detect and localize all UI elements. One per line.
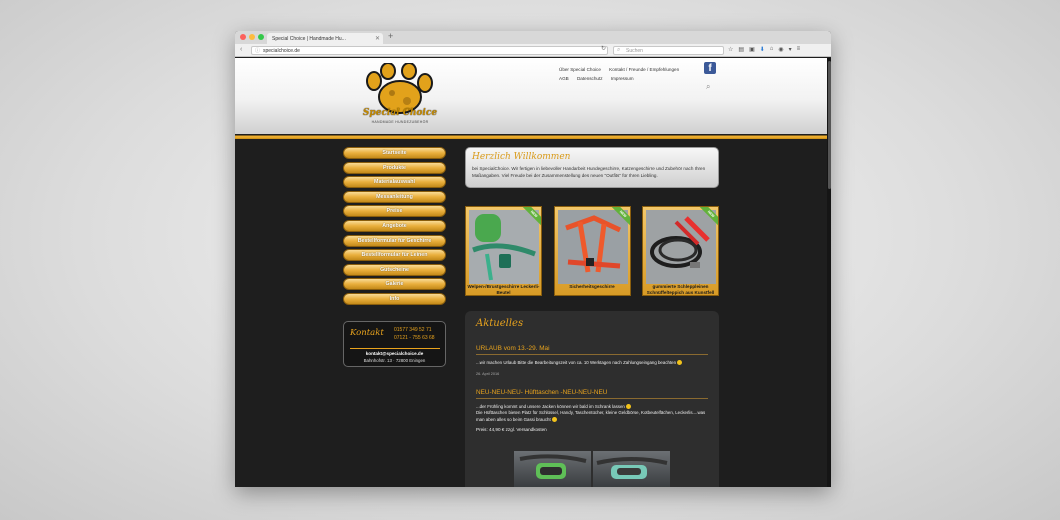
toolbar-icons: ☆ ▤ ▣ ⬇ ⌂ ◉ ▾ ≡ xyxy=(728,46,800,53)
search-icon: ⌕ xyxy=(617,47,621,53)
nav-link-privacy[interactable]: Datenschutz xyxy=(577,74,603,83)
pocket-icon[interactable]: ▾ xyxy=(789,46,792,53)
logo-text: Special Choice xyxy=(362,108,438,118)
product-label-sicherheit: Sicherheitsgeschirre xyxy=(569,284,615,289)
product-label-schleppleinen: gummierte Schleppleinen Schnüffelteppich… xyxy=(646,284,715,295)
tab-title: Special Choice | Handmade Hu... xyxy=(272,36,346,42)
contact-box: Kontakt 01577 349 52 71 07121 - 755 63 6… xyxy=(343,321,446,367)
lock-icon[interactable]: ▣ xyxy=(749,46,755,53)
news-image-hip-bag-2[interactable] xyxy=(593,451,670,487)
news-image-hip-bag-1[interactable] xyxy=(514,451,591,487)
contact-email[interactable]: kontakt@specialchoice.de xyxy=(344,351,445,356)
welcome-title: Herzlich Willkommen xyxy=(472,152,571,162)
nav-link-imprint[interactable]: Impressum xyxy=(611,74,634,83)
search-placeholder: Suchen xyxy=(626,48,643,54)
news-title: Aktuelles xyxy=(476,318,524,329)
reload-icon[interactable]: ↻ xyxy=(601,45,606,52)
contact-divider xyxy=(350,348,440,349)
contact-address: Bahnhofstr. 13 · 72800 Eningen xyxy=(363,358,426,363)
menu-item-messanleitung[interactable]: Messanleitung xyxy=(343,190,446,203)
menu-item-bestellformular-leinen[interactable]: Bestellformular für Leinen xyxy=(343,249,446,262)
maximize-window-button[interactable] xyxy=(258,34,264,40)
product-card-schleppleinen[interactable]: NEW gummierte Schleppleinen Schnüffeltep… xyxy=(642,206,719,296)
header-stripe xyxy=(235,134,831,139)
welcome-box: Herzlich Willkommen bei SpecialChoice. W… xyxy=(465,147,719,188)
welcome-text: bei SpecialChoice. Wir fertigen in liebe… xyxy=(472,166,706,178)
smiley-icon xyxy=(626,403,632,409)
url-text: specialchoice.de xyxy=(263,48,300,54)
menu-item-info[interactable]: Info xyxy=(343,292,446,305)
search-bar[interactable]: ⌕ Suchen xyxy=(613,46,724,55)
news-text-2: ...der Frühling kommt und unsere Jacken … xyxy=(476,404,708,424)
news-section: Aktuelles URLAUB vom 13.-29. Mai ...wir … xyxy=(465,311,719,487)
product-image-schleppleinen xyxy=(646,210,716,284)
menu-item-startseite[interactable]: Startseite xyxy=(343,147,446,159)
top-navigation: Über Special Choice Kontakt / Freunde / … xyxy=(559,65,699,83)
tab-bar: Special Choice | Handmade Hu... ✕ + xyxy=(235,31,831,44)
contact-phones: 01577 349 52 71 07121 - 755 63 68 xyxy=(394,326,435,342)
nav-link-about[interactable]: Über Special Choice xyxy=(559,65,601,74)
news-headline-2[interactable]: NEU-NEU-NEU- Hüfttaschen -NEU-NEU-NEU xyxy=(476,389,708,399)
tab-close-icon[interactable]: ✕ xyxy=(375,35,380,42)
menu-item-galerie[interactable]: Galerie xyxy=(343,278,446,291)
news-date-1: 26. April 2016 xyxy=(476,371,500,376)
home-icon[interactable]: ⌂ xyxy=(770,46,774,53)
news-text-1: ...wir machen Urlaub Bitte die Bearbeitu… xyxy=(476,360,708,367)
product-image-sicherheit xyxy=(557,210,628,284)
facebook-icon[interactable]: f xyxy=(704,62,716,74)
menu-item-materialauswahl[interactable]: Materialauswahl xyxy=(343,176,446,189)
menu-item-bestellformular-geschirre[interactable]: Bestellformular für Geschirre xyxy=(343,234,446,247)
site-search-icon[interactable]: ⌕ xyxy=(706,82,710,92)
contact-phone-1[interactable]: 01577 349 52 71 xyxy=(394,326,435,334)
product-image-welpen xyxy=(469,210,539,284)
news-text-2-line-2: Die Hüfttaschen bieten Platz für Schlüss… xyxy=(476,410,706,422)
smiley-icon xyxy=(551,416,557,422)
contact-phone-2[interactable]: 07121 - 755 63 68 xyxy=(394,334,435,342)
menu-item-gutscheine[interactable]: Gutscheine xyxy=(343,263,446,276)
sidebar-menu: Startseite Produkte Materialauswahl Mess… xyxy=(343,147,446,308)
product-label-welpen: Welpen-/Brustgeschirre Leckerli-Beutel xyxy=(467,284,540,295)
browser-window: Special Choice | Handmade Hu... ✕ + ‹ ⓘ … xyxy=(235,31,831,487)
product-card-welpen[interactable]: NEW Welpen-/Brustgeschirre Leckerli-Beut… xyxy=(465,206,542,296)
menu-item-angebote[interactable]: Angebote xyxy=(343,219,446,232)
nav-link-contact[interactable]: Kontakt / Freunde / Empfehlungen xyxy=(609,65,679,74)
news-price: Preis: 44,90 € zzgl. Versandkosten xyxy=(476,427,547,432)
menu-item-produkte[interactable]: Produkte xyxy=(343,161,446,174)
menu-item-preise[interactable]: Preise xyxy=(343,205,446,218)
url-bar[interactable]: ⓘ specialchoice.de xyxy=(251,46,608,55)
browser-tab[interactable]: Special Choice | Handmade Hu... ✕ xyxy=(267,33,383,44)
reading-list-icon[interactable]: ▤ xyxy=(738,46,744,53)
news-images xyxy=(514,451,670,487)
contact-title: Kontakt xyxy=(350,328,384,338)
page-scrollbar-thumb[interactable] xyxy=(828,61,831,189)
news-text-1-content: ...wir machen Urlaub Bitte die Bearbeitu… xyxy=(476,360,678,365)
site-header: Special Choice HANDMADE HUNDEZUBEHÖR Übe… xyxy=(235,58,831,134)
menu-icon[interactable]: ≡ xyxy=(797,46,801,53)
minimize-window-button[interactable] xyxy=(249,34,255,40)
browser-toolbar: ‹ ⓘ specialchoice.de ↻ ⌕ Suchen ☆ ▤ ▣ ⬇ … xyxy=(235,44,831,57)
window-controls xyxy=(240,34,264,40)
new-tab-icon[interactable]: + xyxy=(388,31,393,41)
smiley-icon xyxy=(677,360,683,366)
close-window-button[interactable] xyxy=(240,34,246,40)
nav-link-agb[interactable]: AGB xyxy=(559,74,569,83)
product-card-sicherheit[interactable]: NEW Sicherheitsgeschirre xyxy=(553,206,631,296)
news-headline-1[interactable]: URLAUB vom 13.-29. Mai xyxy=(476,345,708,355)
bookmark-star-icon[interactable]: ☆ xyxy=(728,46,733,53)
extension-icon[interactable]: ◉ xyxy=(778,46,783,53)
back-icon[interactable]: ‹ xyxy=(240,46,242,53)
logo-subtitle: HANDMADE HUNDEZUBEHÖR xyxy=(371,120,429,124)
download-icon[interactable]: ⬇ xyxy=(760,46,765,53)
info-icon: ⓘ xyxy=(255,48,261,54)
page-viewport: Special Choice HANDMADE HUNDEZUBEHÖR Übe… xyxy=(235,58,831,487)
news-text-2-line-1: ...der Frühling kommt und unsere Jacken … xyxy=(476,403,627,409)
product-teasers: NEW Welpen-/Brustgeschirre Leckerli-Beut… xyxy=(465,206,719,296)
